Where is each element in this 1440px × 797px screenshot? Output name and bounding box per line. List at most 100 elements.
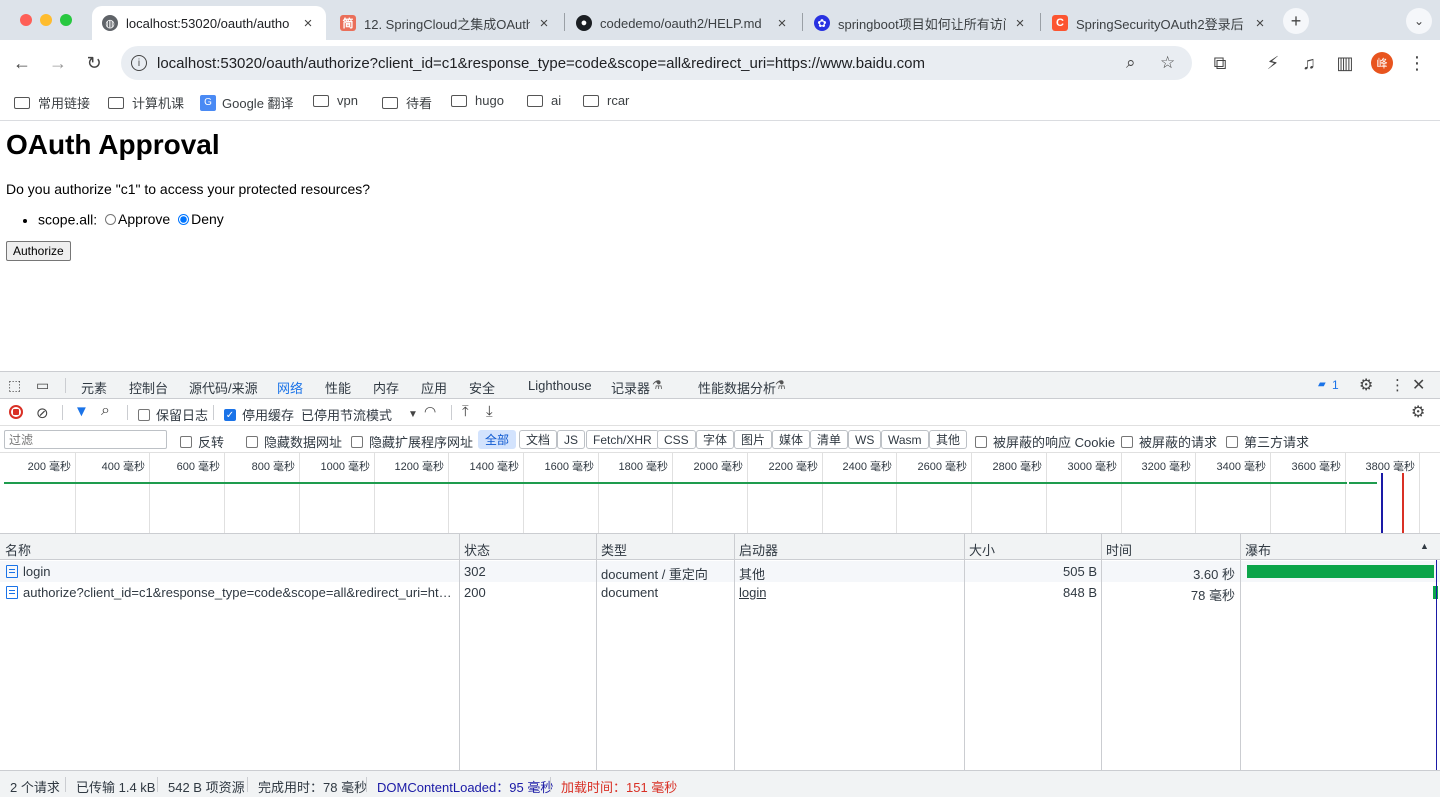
deny-option[interactable]: Deny (174, 211, 224, 227)
bookmark-google-translate[interactable]: G Google 翻译 (200, 93, 294, 112)
hide-data-urls-checkbox[interactable]: 隐藏数据网址 (246, 432, 342, 451)
bookmark-folder[interactable]: 待看 (382, 93, 432, 112)
blocked-requests-checkbox[interactable]: 被屏蔽的请求 (1121, 432, 1217, 451)
site-info-icon[interactable]: i (131, 55, 147, 71)
export-har-download-icon[interactable]: ⤓ (486, 403, 493, 420)
device-toolbar-icon[interactable]: ▭ (36, 377, 49, 394)
new-tab-plus-icon[interactable]: + (1283, 8, 1309, 34)
sort-ascending-icon[interactable]: ▲ (1420, 541, 1429, 551)
close-icon[interactable]: × (1252, 15, 1268, 32)
maximize-window-button[interactable] (60, 14, 72, 26)
filter-funnel-icon[interactable]: ▼ (74, 403, 89, 420)
issues-message-icon[interactable]: ▰ (1318, 379, 1326, 390)
disable-cache-checkbox[interactable]: ✓ 停用缓存 (224, 405, 294, 424)
tab-console[interactable]: 控制台 (129, 378, 168, 397)
tab-csdn[interactable]: C SpringSecurityOAuth2登录后 × (1042, 6, 1278, 40)
request-initiator-link[interactable]: login (739, 585, 766, 600)
type-filter-manifest[interactable]: 清单 (810, 430, 849, 449)
tab-performance[interactable]: 性能 (325, 378, 351, 397)
table-row[interactable]: authorize?client_id=c1&response_type=cod… (0, 582, 1440, 603)
column-name[interactable]: 名称 (5, 540, 31, 559)
forward-arrow-icon[interactable]: → (46, 51, 70, 75)
preserve-log-checkbox[interactable]: 保留日志 (138, 405, 208, 424)
settings-gear-icon[interactable]: ⚙ (1359, 375, 1373, 395)
extensions-puzzle-icon[interactable]: ⧉ (1208, 51, 1232, 75)
close-icon[interactable]: × (536, 15, 552, 32)
table-row[interactable]: login 302 document / 重定向 其他 505 B 3.60 秒 (0, 561, 1440, 582)
network-settings-gear-icon[interactable]: ⚙ (1411, 402, 1425, 422)
profile-avatar[interactable]: 峰 (1371, 52, 1393, 74)
request-name[interactable]: authorize?client_id=c1&response_type=cod… (6, 585, 454, 600)
bookmark-folder[interactable]: 常用链接 (14, 93, 90, 112)
zoom-magnifier-icon[interactable]: ⌕ (1126, 53, 1136, 73)
tab-search-chevron-icon[interactable]: ⌄ (1406, 8, 1432, 34)
bookmark-folder[interactable]: hugo (451, 93, 504, 108)
back-arrow-icon[interactable]: ← (10, 51, 34, 75)
tab-lighthouse[interactable]: Lighthouse (528, 378, 592, 393)
type-filter-media[interactable]: 媒体 (772, 430, 811, 449)
close-window-button[interactable] (20, 14, 32, 26)
hide-extension-urls-checkbox[interactable]: 隐藏扩展程序网址 (351, 432, 473, 451)
media-controls-icon[interactable]: ♫ (1297, 51, 1321, 75)
more-options-icon[interactable]: ⋮ (1390, 376, 1405, 394)
reload-icon[interactable]: ↻ (82, 51, 106, 75)
type-filter-img[interactable]: 图片 (734, 430, 773, 449)
bookmark-folder[interactable]: 计算机课 (108, 93, 184, 112)
address-bar[interactable]: i localhost:53020/oauth/authorize?client… (121, 46, 1192, 80)
tab-localhost[interactable]: ◍ localhost:53020/oauth/autho × (92, 6, 326, 40)
close-icon[interactable]: × (774, 15, 790, 32)
tab-github[interactable]: ● codedemo/oauth2/HELP.md × (566, 6, 800, 40)
approve-option[interactable]: Approve (101, 211, 170, 227)
bookmark-star-icon[interactable]: ☆ (1160, 53, 1175, 73)
request-name[interactable]: login (6, 564, 456, 579)
type-filter-font[interactable]: 字体 (696, 430, 735, 449)
deny-radio[interactable] (178, 213, 190, 225)
issues-count[interactable]: 1 (1332, 378, 1339, 392)
close-devtools-icon[interactable]: ✕ (1412, 375, 1425, 395)
tab-security[interactable]: 安全 (469, 378, 495, 397)
performance-icon[interactable]: ⚡ (1261, 51, 1285, 75)
clear-icon[interactable]: ⊘ (36, 404, 49, 422)
type-filter-ws[interactable]: WS (848, 430, 882, 449)
type-filter-wasm[interactable]: Wasm (881, 430, 929, 449)
blocked-cookies-checkbox[interactable]: 被屏蔽的响应 Cookie (975, 432, 1115, 451)
side-panel-icon[interactable]: ▥ (1333, 51, 1357, 75)
column-initiator[interactable]: 启动器 (739, 540, 778, 559)
minimize-window-button[interactable] (40, 14, 52, 26)
close-icon[interactable]: × (1012, 15, 1028, 32)
authorize-button[interactable]: Authorize (6, 241, 71, 261)
inspect-element-icon[interactable]: ⬚ (8, 377, 21, 394)
type-filter-css[interactable]: CSS (657, 430, 696, 449)
tab-performance-insights[interactable]: 性能数据分析 (698, 378, 776, 397)
tab-elements[interactable]: 元素 (81, 378, 107, 397)
column-status[interactable]: 状态 (464, 540, 490, 559)
tab-recorder[interactable]: 记录器 (611, 378, 650, 397)
bookmark-folder[interactable]: ai (527, 93, 561, 108)
type-filter-all[interactable]: 全部 (478, 430, 517, 449)
invert-checkbox[interactable]: 反转 (180, 432, 224, 451)
url-text[interactable]: localhost:53020/oauth/authorize?client_i… (157, 55, 925, 72)
bookmark-folder[interactable]: rcar (583, 93, 629, 108)
tab-jianshu[interactable]: 简 12. SpringCloud之集成OAuth × (330, 6, 562, 40)
record-stop-icon[interactable] (9, 405, 23, 419)
filter-input[interactable] (4, 430, 167, 449)
approve-radio[interactable] (105, 213, 117, 225)
import-har-upload-icon[interactable]: ⤒ (462, 403, 469, 420)
menu-kebab-icon[interactable]: ⋮ (1405, 51, 1429, 75)
type-filter-other[interactable]: 其他 (929, 430, 968, 449)
search-icon[interactable]: ⌕ (101, 402, 110, 420)
column-waterfall[interactable]: 瀑布 (1245, 540, 1271, 559)
type-filter-fetch[interactable]: Fetch/XHR (586, 430, 659, 449)
type-filter-js[interactable]: JS (557, 430, 586, 449)
tab-sources[interactable]: 源代码/来源 (189, 378, 258, 397)
network-overview-timeline[interactable]: 200 毫秒 400 毫秒 600 毫秒 800 毫秒 1000 毫秒 1200 毫秒 14… (0, 453, 1440, 534)
tab-memory[interactable]: 内存 (373, 378, 399, 397)
network-conditions-wifi-icon[interactable]: ◠ (424, 403, 436, 420)
throttling-select[interactable]: 已停用节流模式 ▼ (301, 405, 418, 424)
tab-baidu[interactable]: ✿ springboot项目如何让所有访问 × (804, 6, 1038, 40)
bookmark-folder[interactable]: vpn (313, 93, 358, 108)
type-filter-doc[interactable]: 文档 (519, 430, 558, 449)
tab-network[interactable]: 网络 (272, 378, 308, 401)
column-type[interactable]: 类型 (601, 540, 627, 559)
column-time[interactable]: 时间 (1106, 540, 1132, 559)
